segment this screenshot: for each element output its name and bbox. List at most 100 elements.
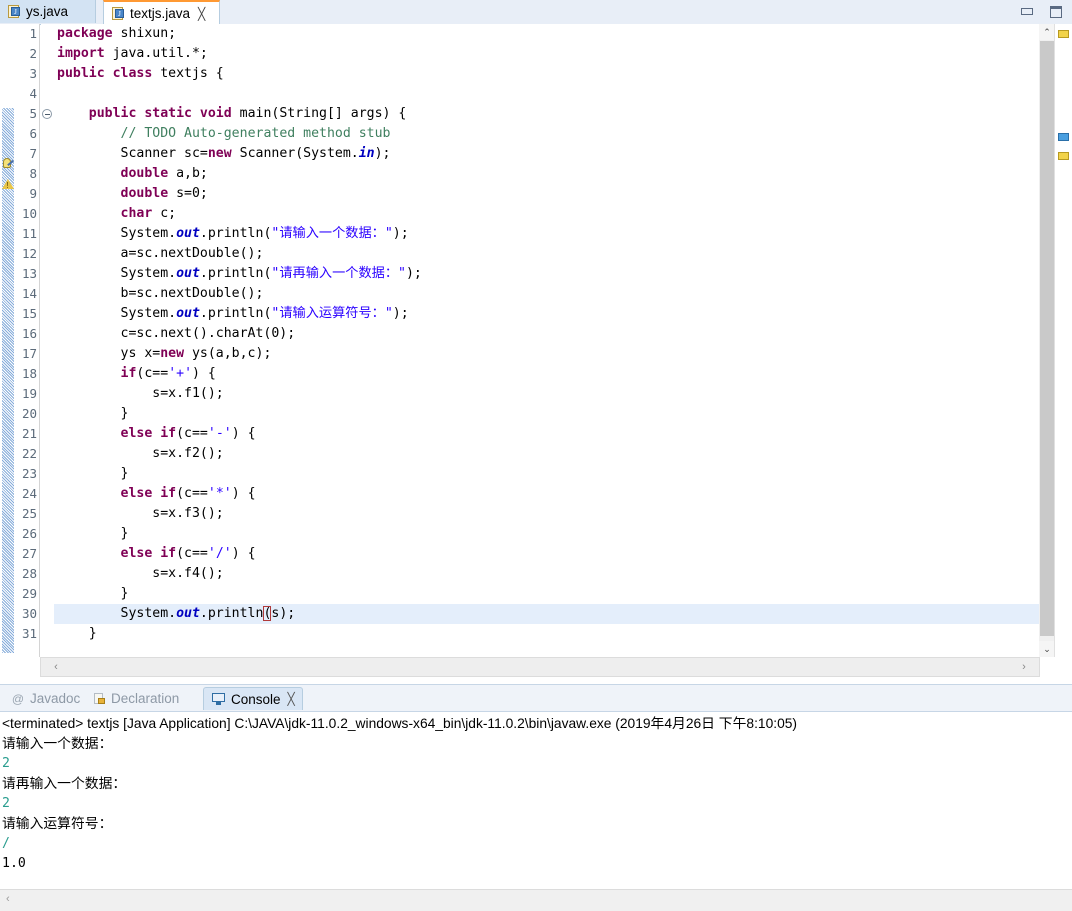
code-line[interactable]: s=x.f2(); xyxy=(54,444,1039,464)
code-token: else if xyxy=(120,486,177,501)
code-line[interactable]: else if(c=='-') { xyxy=(54,424,1039,444)
java-file-icon: J xyxy=(110,6,125,21)
editor-tab-textjs-java[interactable]: J textjs.java ╳ xyxy=(103,0,220,25)
scroll-left-icon[interactable]: ‹ xyxy=(47,658,65,676)
code-line[interactable]: public class textjs { xyxy=(54,64,1039,84)
console-launch-header: <terminated> textjs [Java Application] C… xyxy=(2,716,798,731)
line-number: 16 xyxy=(21,326,37,341)
maximize-icon[interactable] xyxy=(1049,5,1064,19)
console-tab-strip: @ Javadoc Declaration Console ╳ xyxy=(0,685,1072,712)
code-line[interactable]: s=x.f3(); xyxy=(54,504,1039,524)
occurrence-mark[interactable] xyxy=(1058,133,1069,141)
code-line[interactable]: a=sc.nextDouble(); xyxy=(54,244,1039,264)
code-line[interactable]: // TODO Auto-generated method stub xyxy=(54,124,1039,144)
code-token: else if xyxy=(120,426,177,441)
console-horizontal-scrollbar[interactable]: ‹ xyxy=(0,889,1072,911)
scroll-left-icon[interactable]: ‹ xyxy=(6,893,10,905)
code-token: a=sc.nextDouble(); xyxy=(57,246,264,261)
code-text-area[interactable]: package shixun; import java.util.*; public… xyxy=(54,24,1039,657)
code-token: ) { xyxy=(192,366,216,381)
warning-mark[interactable] xyxy=(1058,30,1069,38)
minimize-icon[interactable] xyxy=(1020,5,1035,19)
console-output-area[interactable]: <terminated> textjs [Java Application] C… xyxy=(0,712,1072,882)
code-token: new xyxy=(160,346,192,361)
code-line[interactable] xyxy=(54,84,1039,104)
tab-label: Javadoc xyxy=(30,691,81,706)
scroll-down-icon[interactable]: ⌄ xyxy=(1039,641,1055,657)
quickfix-bulb-icon[interactable] xyxy=(1,157,15,171)
warning-mark[interactable] xyxy=(1058,152,1069,160)
code-line[interactable]: } xyxy=(54,404,1039,424)
code-token: ); xyxy=(374,146,391,161)
code-token: .println xyxy=(199,606,264,621)
code-token: '+' xyxy=(168,366,193,381)
fold-toggle-icon[interactable] xyxy=(42,109,52,119)
code-token: a,b; xyxy=(176,166,208,181)
code-line[interactable]: public static void main(String[] args) { xyxy=(54,104,1039,124)
code-line[interactable]: double s=0; xyxy=(54,184,1039,204)
scroll-up-icon[interactable]: ⌃ xyxy=(1039,24,1055,40)
code-token: .println( xyxy=(199,266,272,281)
line-number: 9 xyxy=(29,186,37,201)
window-controls xyxy=(1016,2,1068,22)
code-line[interactable]: package shixun; xyxy=(54,24,1039,44)
tab-javadoc[interactable]: @ Javadoc xyxy=(4,687,87,710)
code-token: (c== xyxy=(176,546,208,561)
console-input-line: 2 xyxy=(2,796,10,811)
console-output-line: 1.0 xyxy=(2,856,26,871)
code-line[interactable]: s=x.f1(); xyxy=(54,384,1039,404)
scrollbar-thumb[interactable] xyxy=(1040,41,1054,636)
code-line[interactable]: System.out.println("请输入一个数据："); xyxy=(54,224,1039,244)
folding-column[interactable] xyxy=(41,24,54,657)
line-number: 28 xyxy=(21,566,37,581)
code-token: out xyxy=(176,266,200,281)
code-line[interactable]: } xyxy=(54,524,1039,544)
tab-console[interactable]: Console ╳ xyxy=(203,687,303,710)
tab-declaration[interactable]: Declaration xyxy=(85,687,186,710)
code-line[interactable]: System.out.println(s); xyxy=(54,604,1039,624)
code-line[interactable]: } xyxy=(54,464,1039,484)
overview-ruler[interactable] xyxy=(1054,24,1072,657)
line-number: 7 xyxy=(29,146,37,161)
close-icon[interactable]: ╳ xyxy=(288,692,295,706)
code-line[interactable]: s=x.f4(); xyxy=(54,564,1039,584)
code-line[interactable]: if(c=='+') { xyxy=(54,364,1039,384)
code-line[interactable]: System.out.println("请输入运算符号："); xyxy=(54,304,1039,324)
code-token: "请输入一个数据：" xyxy=(271,226,393,241)
editor-body: ! 1 2 3 4 5 6 7 8 9 10 11 12 13 14 15 16 17 18 19 20 21 22 23 2… xyxy=(0,24,1072,657)
annotation-ruler[interactable]: ! xyxy=(0,24,17,657)
editor-horizontal-scrollbar[interactable]: ‹ › xyxy=(40,657,1040,677)
code-token: s=0; xyxy=(176,186,208,201)
code-token: s); xyxy=(271,606,296,621)
code-token: b=sc.nextDouble(); xyxy=(57,286,264,301)
line-number: 12 xyxy=(21,246,37,261)
code-token: public class xyxy=(57,66,161,81)
warning-triangle-icon[interactable]: ! xyxy=(1,177,15,191)
close-icon[interactable]: ╳ xyxy=(198,8,205,20)
code-line[interactable]: Scanner sc=new Scanner(System.in); xyxy=(54,144,1039,164)
code-token: s=x.f4(); xyxy=(57,566,224,581)
code-line[interactable]: } xyxy=(54,584,1039,604)
code-line[interactable]: import java.util.*; xyxy=(54,44,1039,64)
editor-vertical-scrollbar[interactable]: ⌃ ⌄ xyxy=(1039,24,1055,657)
code-line[interactable]: double a,b; xyxy=(54,164,1039,184)
code-token: c; xyxy=(160,206,177,221)
code-line[interactable]: } xyxy=(54,624,1039,644)
editor-tab-strip: J ys.java J textjs.java ╳ xyxy=(0,0,1072,25)
code-line[interactable]: c=sc.next().charAt(0); xyxy=(54,324,1039,344)
scroll-right-icon[interactable]: › xyxy=(1015,658,1033,676)
code-line[interactable]: b=sc.nextDouble(); xyxy=(54,284,1039,304)
code-token: Scanner sc= xyxy=(57,146,208,161)
editor-tab-ys-java[interactable]: J ys.java xyxy=(0,0,96,23)
code-line[interactable]: char c; xyxy=(54,204,1039,224)
code-line[interactable]: System.out.println("请再输入一个数据："); xyxy=(54,264,1039,284)
console-monitor-icon xyxy=(211,692,226,706)
code-token: s=x.f1(); xyxy=(57,386,224,401)
code-line[interactable]: ys x=new ys(a,b,c); xyxy=(54,344,1039,364)
code-token: (c== xyxy=(176,426,208,441)
code-line[interactable]: else if(c=='*') { xyxy=(54,484,1039,504)
code-line[interactable]: else if(c=='/') { xyxy=(54,544,1039,564)
